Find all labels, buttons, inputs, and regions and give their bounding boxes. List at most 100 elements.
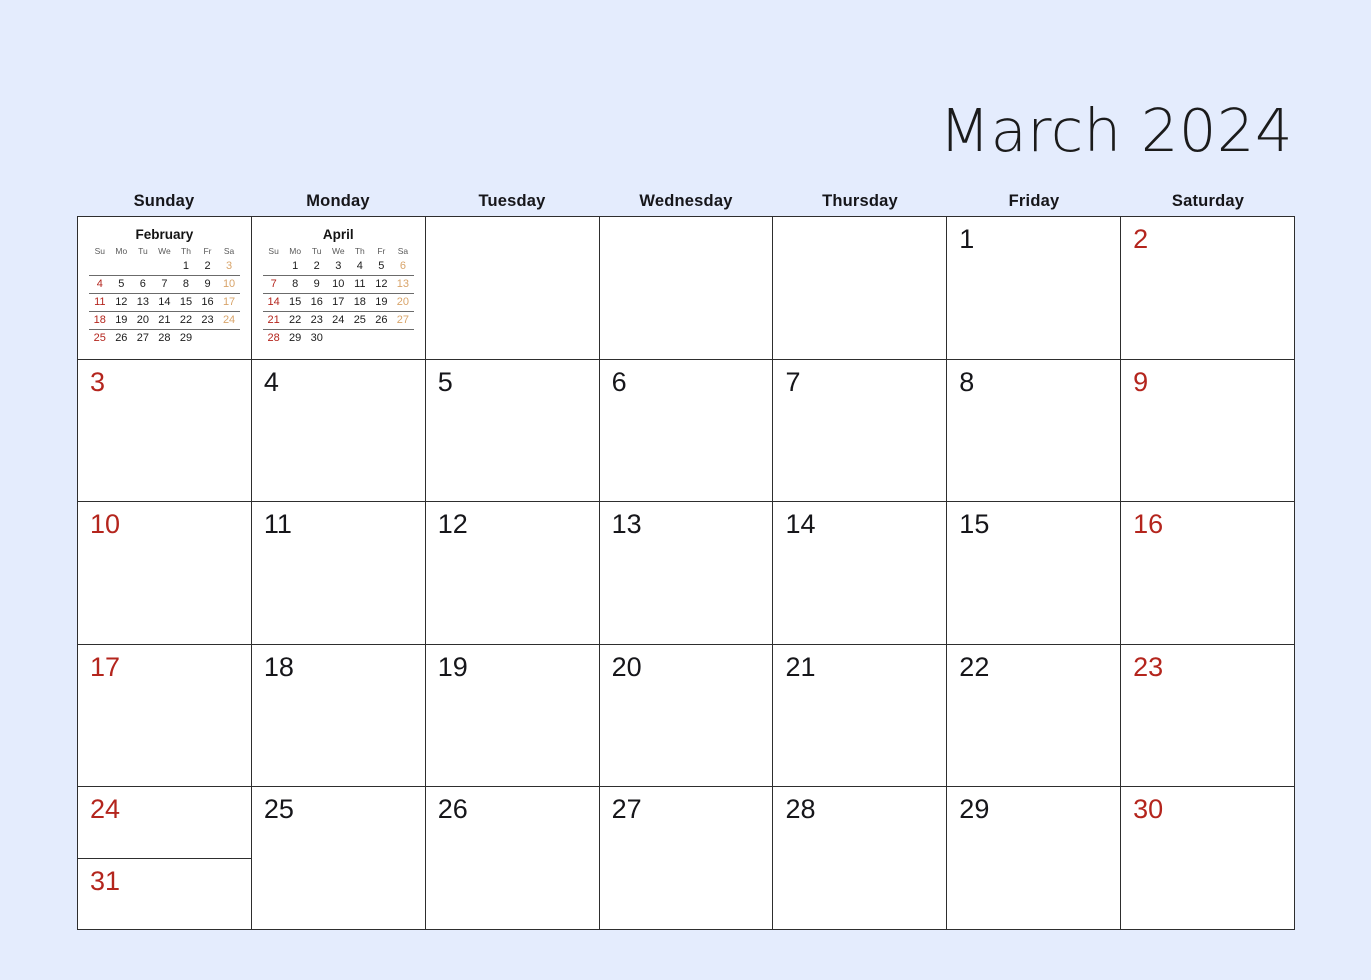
mini-day-8: 8 [284, 275, 306, 294]
mini-day-23: 23 [196, 311, 219, 330]
calendar-week-row: 24 31 25 26 27 28 29 30 [78, 787, 1295, 929]
day-cell-8[interactable]: 8 [947, 359, 1122, 502]
day-number: 17 [90, 651, 121, 682]
mini-weekday-th: Th [354, 246, 365, 256]
mini-day-13: 13 [132, 293, 154, 312]
mini-day-3: 3 [218, 258, 240, 276]
mini-week-row: 25 26 27 28 29 [89, 330, 240, 348]
day-cell-26[interactable]: 26 [425, 787, 600, 929]
day-cell-14[interactable]: 14 [773, 502, 948, 644]
weekday-header-wednesday: Wednesday [639, 191, 733, 210]
day-cell-9[interactable]: 9 [1121, 359, 1295, 502]
day-cell-3[interactable]: 3 [78, 359, 252, 502]
mini-day-30: 30 [310, 332, 323, 344]
mini-day-2: 2 [196, 258, 219, 276]
mini-day-20: 20 [392, 293, 414, 312]
day-number: 16 [1133, 509, 1164, 540]
day-cell-empty[interactable] [599, 217, 774, 359]
day-cell-22[interactable]: 22 [947, 644, 1122, 787]
mini-day-empty [218, 330, 240, 348]
mini-day-4: 4 [89, 275, 111, 294]
day-cell-24[interactable]: 24 [78, 787, 251, 859]
day-cell-2[interactable]: 2 [1121, 217, 1295, 359]
day-cell-6[interactable]: 6 [599, 359, 774, 502]
mini-day-12: 12 [370, 275, 393, 294]
weekday-header-saturday: Saturday [1171, 191, 1245, 210]
day-number: 31 [90, 865, 121, 896]
day-number: 13 [611, 509, 642, 540]
mini-weekday-we: We [158, 246, 171, 256]
mini-day-26: 26 [370, 311, 393, 330]
day-cell-10[interactable]: 10 [78, 502, 252, 644]
day-cell-empty[interactable] [773, 217, 948, 359]
day-number: 5 [437, 366, 453, 397]
day-cell-15[interactable]: 15 [947, 502, 1122, 644]
mini-day-8: 8 [175, 275, 197, 294]
day-cell-12[interactable]: 12 [425, 502, 600, 644]
mini-calendar-next: April Su Mo Tu We Th Fr Sa 1 2 3 4 5 6 7 8 9 10 11 12 13 14 15… [252, 217, 425, 359]
mini-day-empty [349, 330, 371, 348]
mini-day-6: 6 [392, 258, 414, 276]
day-cell-28[interactable]: 28 [773, 787, 948, 929]
day-cell-13[interactable]: 13 [599, 502, 774, 644]
day-cell-19[interactable]: 19 [425, 644, 600, 787]
mini-week-row: 28 29 30 [263, 330, 414, 348]
day-cell-17[interactable]: 17 [78, 644, 252, 787]
mini-day-empty [392, 330, 414, 348]
day-number: 8 [959, 366, 975, 397]
day-number: 10 [90, 509, 121, 540]
day-cell-1[interactable]: 1 [947, 217, 1122, 359]
mini-day-7: 7 [262, 275, 285, 294]
day-number: 24 [90, 794, 121, 825]
day-number: 21 [785, 651, 816, 682]
day-number: 9 [1133, 366, 1149, 397]
mini-weekday-mo: Mo [289, 246, 302, 256]
day-cell-29[interactable]: 29 [947, 787, 1122, 929]
day-cell-24-31[interactable]: 24 31 [78, 787, 252, 929]
calendar-week-row: 17 18 19 20 21 22 23 [78, 644, 1295, 788]
day-cell-mini-next[interactable]: April Su Mo Tu We Th Fr Sa 1 2 3 4 5 6 7 8 9 10 11 12 13 14 15… [251, 217, 426, 359]
day-cell-5[interactable]: 5 [425, 359, 600, 502]
mini-weekday-th: Th [181, 246, 191, 256]
day-number: 4 [263, 366, 279, 397]
day-cell-23[interactable]: 23 [1121, 644, 1295, 787]
day-cell-18[interactable]: 18 [251, 644, 426, 787]
day-number: 3 [90, 366, 106, 397]
day-cell-30[interactable]: 30 [1121, 787, 1295, 929]
day-cell-21[interactable]: 21 [773, 644, 948, 787]
mini-day-21: 21 [262, 311, 285, 330]
day-cell-25[interactable]: 25 [251, 787, 426, 929]
mini-calendar-table: Su Mo Tu We Th Fr Sa 1 2 3 4 5 6 7 8 9 10 11 12 13 14 15 16 17 1… [262, 245, 414, 348]
mini-day-15: 15 [284, 293, 306, 312]
mini-day-6: 6 [132, 275, 154, 294]
day-cell-4[interactable]: 4 [251, 359, 426, 502]
day-cell-7[interactable]: 7 [773, 359, 948, 502]
day-cell-11[interactable]: 11 [251, 502, 426, 644]
mini-day-29: 29 [179, 332, 193, 344]
mini-day-11: 11 [89, 293, 111, 312]
weekday-header-row: Sunday Monday Tuesday Wednesday Thursday Frid… [77, 186, 1295, 216]
mini-day-empty [132, 258, 154, 276]
day-cell-31[interactable]: 31 [78, 859, 251, 929]
day-cell-20[interactable]: 20 [599, 644, 774, 787]
day-number: 14 [785, 509, 816, 540]
day-number: 28 [785, 794, 816, 825]
mini-weekday-su: Su [268, 246, 279, 256]
mini-weekday-su: Su [94, 246, 105, 256]
mini-day-2: 2 [305, 258, 328, 276]
mini-day-empty [153, 258, 176, 276]
day-cell-27[interactable]: 27 [599, 787, 774, 929]
mini-day-empty [197, 330, 219, 348]
mini-day-21: 21 [153, 311, 176, 330]
day-cell-empty[interactable] [425, 217, 600, 359]
day-number: 22 [959, 651, 990, 682]
mini-week-row: 14 15 16 17 18 19 20 [262, 293, 414, 312]
weekday-header-monday: Monday [306, 191, 370, 210]
mini-day-15: 15 [175, 293, 197, 312]
mini-weekday-we: We [331, 246, 345, 256]
mini-week-row: 18 19 20 21 22 23 24 [89, 311, 240, 330]
mini-day-12: 12 [110, 293, 133, 312]
mini-day-28: 28 [158, 332, 171, 344]
day-cell-mini-previous[interactable]: February Su Mo Tu We Th Fr Sa 1 2 3 4 5 6 7 8 9 10 11 12 13 1… [78, 217, 252, 359]
day-cell-16[interactable]: 16 [1121, 502, 1295, 644]
